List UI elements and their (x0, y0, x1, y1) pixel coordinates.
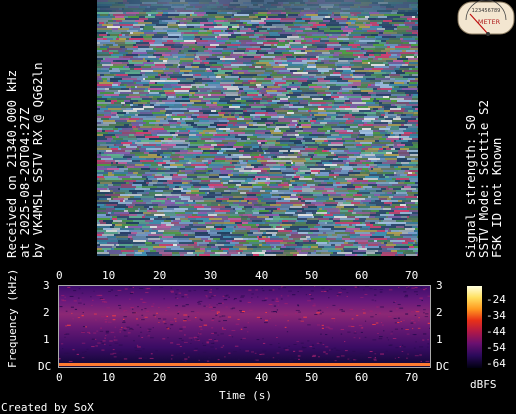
meter-label: METER (478, 18, 501, 26)
x-tick-bottom: 50 (305, 371, 319, 384)
x-tick-bottom: 20 (153, 371, 167, 384)
x-tick-top: 60 (355, 269, 369, 282)
colorbar-tick: -54 (486, 341, 506, 354)
s-meter-icon: 123456789 METER (457, 0, 515, 36)
y-tick-right: 1 (436, 333, 443, 346)
y-tick-left: 1 (43, 333, 50, 346)
x-tick-top: 50 (305, 269, 319, 282)
x-tick-top: 10 (102, 269, 116, 282)
x-tick-bottom: 40 (255, 371, 269, 384)
y-tick-left: 3 (43, 279, 50, 292)
colorbar-tick: -34 (486, 309, 506, 322)
spectrogram-plot (58, 285, 431, 368)
signal-info: Signal strength: S0 SSTV Mode: Scottie S… (463, 100, 504, 258)
x-tick-bottom: 10 (102, 371, 116, 384)
y-tick-right: DC (436, 360, 450, 373)
receiver-station: by VK4MSL SSTV RX @ QG62ln (30, 62, 45, 258)
y-tick-right: 2 (436, 306, 443, 319)
x-tick-bottom: 60 (355, 371, 369, 384)
colorbar-tick: -24 (486, 293, 506, 306)
x-tick-top: 30 (204, 269, 218, 282)
y-tick-left: 2 (43, 306, 50, 319)
meter-scale: 123456789 (472, 8, 501, 14)
credit-text: Created by SoX (1, 401, 94, 414)
x-tick-top: 20 (153, 269, 167, 282)
x-tick-top: 40 (255, 269, 269, 282)
colorbar-tick: -44 (486, 325, 506, 338)
colorbar-tick: -64 (486, 357, 506, 370)
decoded-sstv-image (97, 0, 418, 256)
y-tick-right: 3 (436, 279, 443, 292)
x-tick-top: 0 (56, 269, 63, 282)
y-tick-left: DC (38, 360, 52, 373)
x-tick-bottom: 30 (204, 371, 218, 384)
colorbar-unit: dBFS (470, 378, 497, 391)
x-tick-top: 70 (405, 269, 419, 282)
fsk-id: FSK ID not Known (489, 137, 504, 258)
colorbar (467, 286, 482, 368)
x-axis-title: Time (s) (219, 389, 272, 402)
x-tick-bottom: 0 (56, 371, 63, 384)
x-tick-bottom: 70 (405, 371, 419, 384)
y-axis-title: Frequency (kHz) (6, 268, 19, 368)
receive-info: Received on 21340.000 kHz at 2025-08-20T… (4, 62, 45, 258)
